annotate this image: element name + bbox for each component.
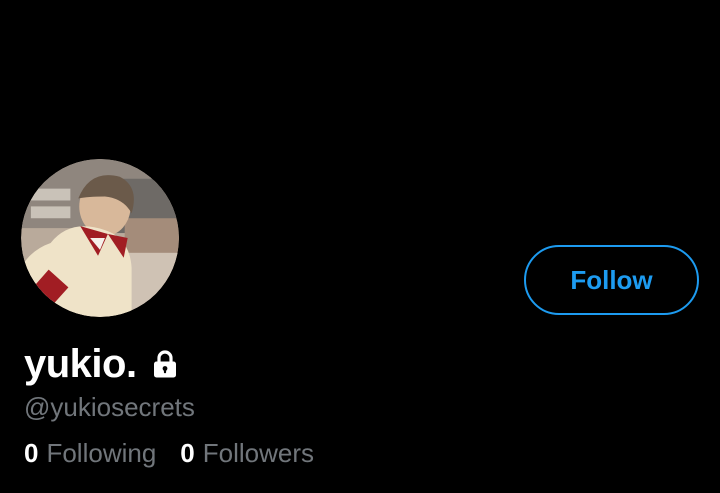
follow-stats: 0 Following 0 Followers: [24, 438, 314, 469]
following-label: Following: [46, 438, 157, 468]
following-count: 0: [24, 438, 39, 468]
lock-icon: [149, 348, 181, 380]
avatar-photo: [21, 159, 179, 317]
display-name: yukio.: [24, 341, 137, 386]
following-link[interactable]: 0 Following: [24, 438, 156, 469]
follow-button[interactable]: Follow: [524, 245, 699, 315]
followers-link[interactable]: 0 Followers: [180, 438, 314, 469]
avatar[interactable]: [19, 157, 181, 319]
profile-handle: @yukiosecrets: [24, 392, 195, 422]
profile-name-row: yukio.: [24, 340, 181, 388]
followers-label: Followers: [202, 438, 315, 468]
followers-count: 0: [180, 438, 195, 468]
